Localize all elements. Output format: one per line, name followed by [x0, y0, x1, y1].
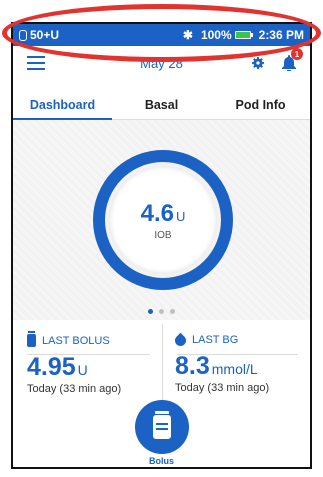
last-bg-title: LAST BG	[192, 334, 239, 346]
last-bg-value: 8.3	[175, 352, 210, 380]
iob-value-line: 4.6 U	[141, 200, 186, 228]
status-right: ✱ 100% 2:36 PM	[183, 28, 304, 42]
divider	[177, 354, 298, 355]
bolus-vial-icon	[153, 411, 171, 439]
drop-icon	[172, 332, 189, 348]
last-bolus-title: LAST BOLUS	[42, 334, 110, 347]
pod-icon	[19, 29, 27, 41]
vial-icon	[27, 331, 36, 347]
header-icons: 1	[250, 48, 303, 72]
iob-unit: U	[175, 208, 186, 224]
last-bg-header: LAST BG	[172, 332, 302, 348]
status-time: 2:36 PM	[258, 28, 304, 42]
pager-dots	[13, 309, 310, 314]
app-header: May 28 1	[13, 46, 310, 80]
iob-value: 4.6	[140, 199, 174, 227]
last-bolus-value-line: 4.95 U	[27, 353, 154, 382]
pod-status: 50+U	[19, 28, 59, 42]
last-bolus-header: LAST BOLUS	[27, 331, 154, 347]
last-bg-value-line: 8.3 mmol/L	[175, 352, 302, 381]
device-frame: 50+U ✱ 100% 2:36 PM May 28 1 Dashboard B…	[0, 0, 323, 477]
battery-percent: 100%	[200, 28, 232, 42]
divider	[27, 354, 150, 355]
battery: 100%	[200, 28, 253, 42]
tab-pod-info[interactable]: Pod Info	[211, 94, 310, 119]
tab-dashboard[interactable]: Dashboard	[13, 94, 112, 120]
stats-row: LAST BOLUS 4.95 U Today (33 min ago) LAST…	[13, 324, 310, 404]
iob-label: IOB	[154, 229, 172, 241]
tab-bar: Dashboard Basal Pod Info	[13, 94, 310, 120]
pdm-screen: 50+U ✱ 100% 2:36 PM May 28 1 Dashboard B…	[11, 22, 312, 469]
last-bolus-value: 4.95	[27, 353, 76, 381]
last-bg-card: LAST BG 8.3 mmol/L Today (33 min ago)	[162, 324, 310, 404]
last-bolus-card: LAST BOLUS 4.95 U Today (33 min ago)	[13, 324, 162, 404]
bluetooth-icon: ✱	[182, 28, 193, 42]
bolus-button[interactable]	[135, 400, 189, 454]
last-bolus-time: Today (33 min ago)	[27, 383, 122, 395]
iob-center: 4.6 U IOB	[109, 166, 217, 274]
pager-dot[interactable]	[170, 309, 175, 314]
pager-dot[interactable]	[159, 309, 164, 314]
bolus-button-label: Bolus	[148, 456, 174, 466]
gear-icon[interactable]	[250, 55, 266, 71]
last-bg-unit: mmol/L	[211, 361, 258, 377]
iob-panel[interactable]: 4.6 U IOB	[13, 120, 310, 320]
last-bolus-unit: U	[77, 362, 88, 378]
notification-badge: 1	[291, 48, 303, 60]
status-bar: 50+U ✱ 100% 2:36 PM	[13, 24, 310, 46]
iob-ring: 4.6 U IOB	[93, 150, 233, 290]
tab-basal[interactable]: Basal	[112, 94, 211, 119]
last-bg-time: Today (33 min ago)	[175, 382, 270, 394]
pager-dot[interactable]	[148, 309, 153, 314]
notification-button[interactable]: 1	[282, 48, 303, 72]
pod-status-text: 50+U	[30, 28, 60, 42]
battery-icon	[234, 31, 253, 39]
